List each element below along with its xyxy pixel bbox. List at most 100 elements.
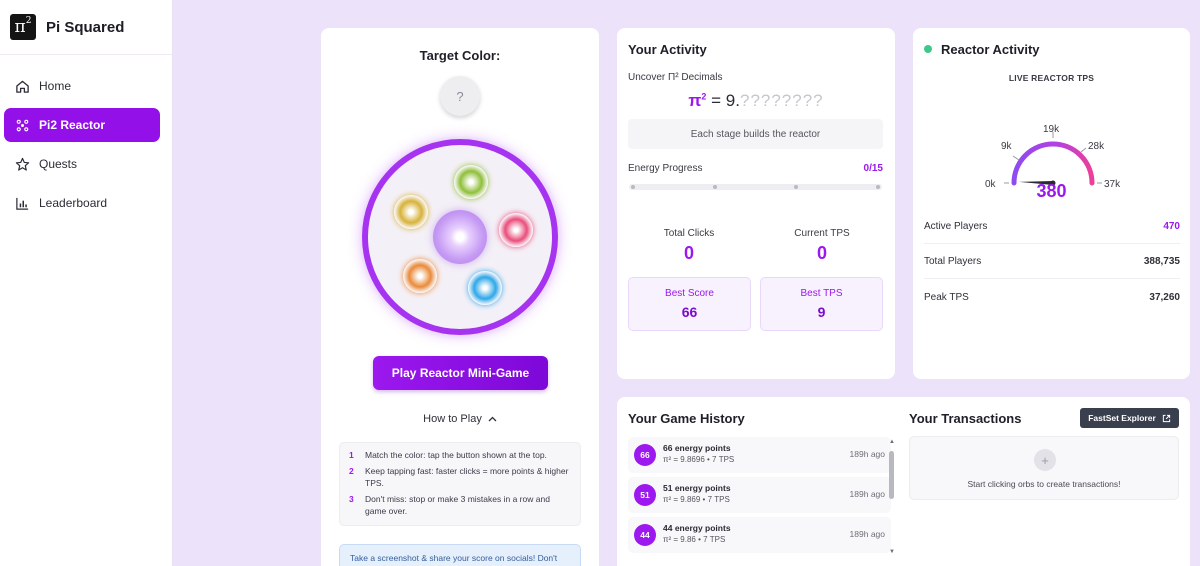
history-item[interactable]: 51 51 energy points π² = 9.869 • 7 TPS 1…: [628, 477, 891, 513]
activity-title: Your Activity: [628, 42, 707, 57]
pi-equation: π2 = 9.????????: [617, 91, 895, 111]
sidebar-item-home[interactable]: Home: [4, 69, 160, 103]
rule-text: Don't miss: stop or make 3 mistakes in a…: [365, 494, 550, 516]
how-to-play-toggle[interactable]: How to Play: [321, 413, 599, 425]
orb-yellow[interactable]: [394, 195, 428, 229]
total-players-row: Total Players 388,735: [924, 245, 1180, 279]
history-time: 189h ago: [849, 449, 885, 459]
rule-item: 3 Don't miss: stop or make 3 mistakes in …: [349, 493, 572, 517]
rule-number: 1: [349, 450, 354, 460]
reactor-activity-title: Reactor Activity: [941, 42, 1040, 57]
history-scrollbar[interactable]: ▲ ▼: [889, 439, 895, 557]
progress-marker: [713, 185, 717, 189]
fastset-explorer-button[interactable]: FastSet Explorer: [1080, 408, 1179, 428]
current-tps-value: 0: [816, 243, 827, 263]
history-details: π² = 9.869 • 7 TPS: [663, 495, 730, 504]
scroll-thumb[interactable]: [889, 451, 894, 499]
reactor-core[interactable]: [433, 210, 487, 264]
bar-chart-icon: [14, 195, 30, 211]
star-icon: [14, 156, 30, 172]
orb-green[interactable]: [454, 165, 488, 199]
history-score-badge: 66: [634, 444, 656, 466]
reactor-tps-value: 380: [1036, 181, 1067, 201]
pi-hidden-decimals: ????????: [739, 91, 824, 110]
stage-info: Each stage builds the reactor: [628, 119, 883, 149]
live-tps-label: LIVE REACTOR TPS: [1008, 73, 1095, 83]
total-clicks-label: Total Clicks: [663, 228, 715, 239]
reactor-ring: [362, 139, 558, 335]
your-activity-card: Your Activity Uncover Π² Decimals π2 = 9…: [617, 28, 895, 379]
best-tps-label: Best TPS: [800, 288, 843, 299]
play-mini-game-button[interactable]: Play Reactor Mini-Game: [373, 356, 548, 390]
history-time: 189h ago: [849, 489, 885, 499]
progress-marker: [876, 185, 880, 189]
how-to-play-rules: 1 Match the color: tap the button shown a…: [339, 442, 581, 526]
orb-pink[interactable]: [499, 213, 533, 247]
history-item[interactable]: 44 44 energy points π² = 9.86 • 7 TPS 18…: [628, 517, 891, 553]
fastset-explorer-label: FastSet Explorer: [1088, 413, 1156, 423]
history-details: π² = 9.86 • 7 TPS: [663, 535, 726, 544]
gauge-label-28k: 28k: [1088, 141, 1105, 152]
history-item[interactable]: 66 66 energy points π² = 9.8696 • 7 TPS …: [628, 437, 891, 473]
rule-number: 3: [349, 494, 354, 504]
gauge-label-9k: 9k: [1001, 141, 1013, 152]
gauge-label-19k: 19k: [1043, 124, 1060, 135]
target-color-title: Target Color:: [419, 48, 501, 63]
sidebar-item-label: Home: [39, 79, 72, 93]
rule-number: 2: [349, 466, 354, 476]
transactions-title: Your Transactions: [909, 411, 1022, 426]
scroll-up-icon[interactable]: ▲: [889, 439, 895, 445]
game-history-title: Your Game History: [628, 411, 745, 426]
best-tps-box: Best TPS 9: [760, 277, 883, 331]
best-score-label: Best Score: [665, 288, 714, 299]
history-score-badge: 44: [634, 524, 656, 546]
logo-row[interactable]: π2 Pi Squared: [0, 0, 172, 55]
uncover-label: Uncover Π² Decimals: [628, 72, 723, 83]
sidebar-item-quests[interactable]: Quests: [4, 147, 160, 181]
logo-pi: π: [14, 17, 26, 37]
history-details: π² = 9.8696 • 7 TPS: [663, 455, 735, 464]
atom-icon: [14, 117, 30, 133]
history-time: 189h ago: [849, 529, 885, 539]
current-tps-label: Current TPS: [794, 228, 850, 239]
reactor-core-dot: [456, 233, 464, 241]
transactions-empty-state: + Start clicking orbs to create transact…: [909, 436, 1179, 500]
gauge-tick: [1012, 155, 1020, 161]
scroll-down-icon[interactable]: ▼: [889, 549, 895, 555]
sidebar: π2 Pi Squared Home Pi2 Reactor Quests Le…: [0, 0, 173, 566]
progress-marker: [794, 185, 798, 189]
history-score-badge: 51: [634, 484, 656, 506]
target-color-swatch: ?: [440, 76, 480, 116]
reactor-activity-card: Reactor Activity LIVE REACTOR TPS 0k 9k …: [913, 28, 1190, 379]
energy-progress-value: 0/15: [863, 163, 883, 174]
sidebar-item-leaderboard[interactable]: Leaderboard: [4, 186, 160, 220]
peak-tps-row: Peak TPS 37,260: [924, 280, 1180, 314]
energy-progress-bar: [629, 184, 882, 190]
history-transactions-card: Your Game History 66 66 energy points π²…: [617, 397, 1190, 566]
sidebar-item-pi2-reactor[interactable]: Pi2 Reactor: [4, 108, 160, 142]
gauge-tick: [1080, 147, 1087, 153]
orb-blue[interactable]: [468, 271, 502, 305]
app-title: Pi Squared: [46, 18, 125, 36]
plus-icon: +: [1034, 449, 1056, 471]
total-clicks-value: 0: [683, 243, 694, 263]
sidebar-item-label: Pi2 Reactor: [39, 118, 106, 132]
transactions-empty-text: Start clicking orbs to create transactio…: [967, 479, 1121, 489]
active-players-value: 470: [1163, 221, 1180, 232]
total-players-label: Total Players: [924, 256, 982, 267]
peak-tps-label: Peak TPS: [924, 291, 969, 303]
history-points: 66 energy points: [663, 443, 731, 453]
chevron-up-icon: [488, 414, 497, 425]
gauge-arc: [1011, 141, 1095, 186]
rule-text: Keep tapping fast: faster clicks = more …: [365, 466, 569, 488]
rule-item: 2 Keep tapping fast: faster clicks = more…: [349, 465, 572, 489]
energy-progress-label: Energy Progress: [628, 163, 703, 174]
sidebar-item-label: Quests: [39, 157, 78, 171]
orb-orange[interactable]: [403, 259, 437, 293]
home-icon: [14, 78, 30, 94]
pi-value: = 9: [711, 91, 736, 110]
total-players-value: 388,735: [1143, 256, 1180, 267]
pi-squared-logo: π2: [10, 14, 36, 40]
best-score-value: 66: [681, 304, 698, 320]
best-score-box: Best Score 66: [628, 277, 751, 331]
